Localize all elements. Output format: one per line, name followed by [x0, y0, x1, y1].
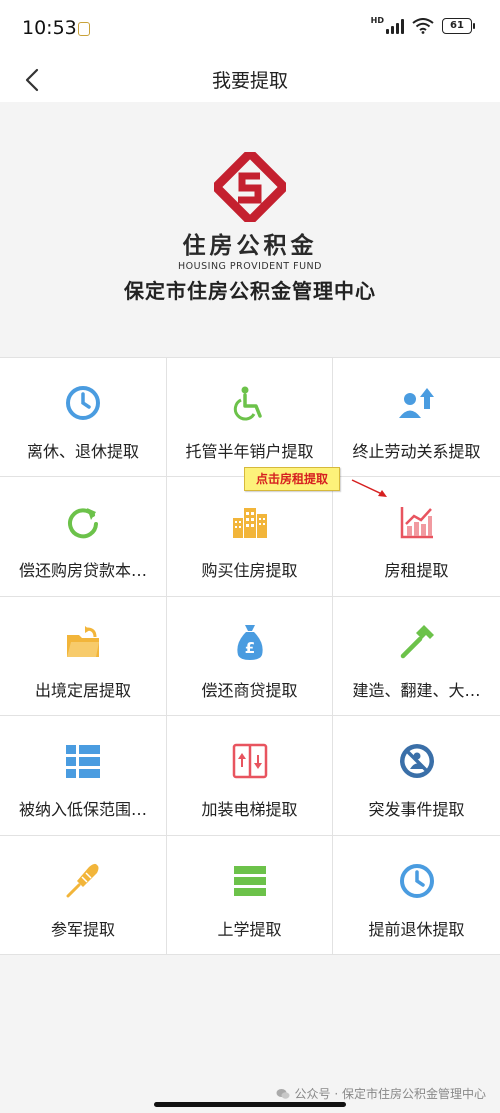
status-indicators: HD 61 [370, 16, 475, 34]
home-indicator[interactable] [154, 1102, 346, 1107]
watermark: 公众号 · 保定市住房公积金管理中心 [276, 1085, 486, 1102]
status-bar: 10:53 HD 61 [0, 0, 500, 58]
item-label: 离休、退休提取 [26, 442, 139, 461]
clock-icon [64, 384, 102, 422]
item-label: 托管半年销户提取 [185, 442, 314, 461]
svg-text:£: £ [244, 639, 254, 657]
list-icon [64, 742, 102, 780]
item-emergency[interactable]: 突发事件提取 [333, 716, 500, 836]
item-label: 加装电梯提取 [201, 800, 298, 820]
user-upload-icon [398, 384, 436, 422]
item-label: 上学提取 [217, 919, 282, 939]
buildings-icon [231, 503, 269, 541]
item-label: 参军提取 [50, 919, 115, 939]
prohibited-person-icon [398, 742, 436, 780]
item-school[interactable]: 上学提取 [167, 835, 333, 955]
nav-bar: 我要提取 [0, 58, 500, 102]
item-low-income[interactable]: 被纳入低保范围… [0, 716, 167, 836]
item-label: 偿还购房贷款本… [18, 561, 147, 581]
brand-logo: 住房公积金 HOUSING PROVIDENT FUND [0, 152, 500, 272]
chart-icon [398, 503, 436, 541]
item-elevator[interactable]: 加装电梯提取 [167, 716, 333, 836]
refresh-icon [64, 503, 102, 541]
withdrawal-grid: 离休、退休提取 托管半年销户提取 终止劳动关系提取 偿还购房贷款本… 购买住房提… [0, 357, 500, 955]
item-label: 购买住房提取 [201, 561, 298, 581]
status-time: 10:53 [22, 17, 77, 39]
item-label: 被纳入低保范围… [18, 800, 147, 820]
wheelchair-icon [231, 384, 269, 422]
item-label: 出境定居提取 [34, 680, 131, 700]
organization-name: 保定市住房公积金管理中心 [124, 279, 376, 303]
logo-chinese: 住房公积金 [182, 233, 318, 259]
notification-icon [78, 22, 90, 36]
network-label: HD [370, 16, 384, 25]
item-early-retirement[interactable]: 提前退休提取 [333, 836, 500, 955]
watermark-text: 公众号 · 保定市住房公积金管理中心 [294, 1087, 486, 1101]
menu-icon [231, 862, 269, 900]
item-repay-commercial[interactable]: £ 偿还商贷提取 [167, 596, 333, 717]
wechat-icon [276, 1088, 290, 1099]
page-title: 我要提取 [211, 70, 288, 92]
rent-callout-label: 点击房租提取 [244, 467, 340, 491]
money-bag-icon: £ [231, 623, 269, 661]
item-repay-loan[interactable]: 偿还购房贷款本… [0, 477, 167, 597]
item-label: 房租提取 [384, 561, 449, 581]
folder-icon [64, 623, 102, 661]
item-label: 突发事件提取 [368, 800, 465, 820]
clock-icon [398, 862, 436, 900]
arrow-icon [351, 479, 387, 497]
signal-icon [386, 18, 404, 34]
item-custody-close[interactable]: 托管半年销户提取 [167, 358, 333, 478]
item-label: 偿还商贷提取 [201, 680, 298, 700]
item-terminate-labor[interactable]: 终止劳动关系提取 [333, 358, 500, 478]
item-retirement[interactable]: 离休、退休提取 [0, 358, 167, 478]
housing-fund-logo-icon [214, 152, 286, 222]
item-label: 提前退休提取 [368, 919, 465, 939]
item-build[interactable]: 建造、翻建、大… [333, 597, 500, 717]
logo-english: HOUSING PROVIDENT FUND [178, 261, 322, 272]
item-emigrate[interactable]: 出境定居提取 [0, 596, 167, 717]
screwdriver-icon [64, 862, 102, 900]
item-military[interactable]: 参军提取 [0, 835, 167, 955]
item-buy-house[interactable]: 购买住房提取 [167, 477, 333, 597]
elevator-icon [231, 742, 269, 780]
battery-icon: 61 [442, 18, 475, 34]
wifi-icon [412, 18, 434, 34]
item-label: 终止劳动关系提取 [352, 442, 481, 461]
item-label: 建造、翻建、大… [352, 680, 481, 700]
hammer-icon [398, 623, 436, 661]
